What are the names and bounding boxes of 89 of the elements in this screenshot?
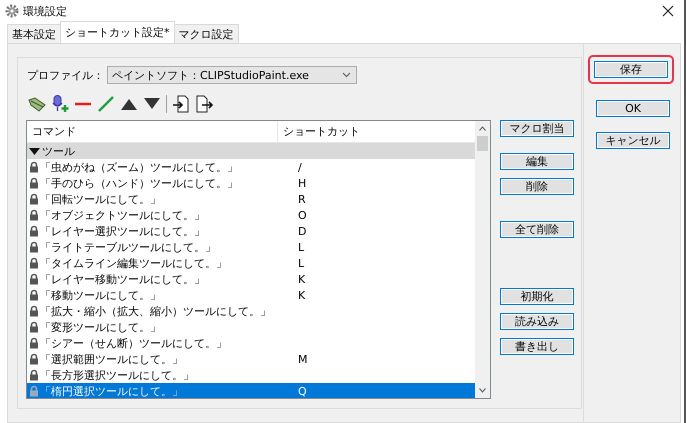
lock-icon (29, 257, 39, 269)
shortcut-key: K (273, 272, 306, 286)
lock-icon (29, 225, 39, 237)
shortcut-key: R (273, 192, 306, 206)
profile-label: プロファイル： (26, 68, 104, 82)
chevron-down-icon (342, 72, 351, 78)
import-icon[interactable] (172, 95, 190, 113)
command-name: 「変形ツールにして。」 (40, 320, 161, 334)
export-icon[interactable] (195, 95, 213, 113)
collapse-triangle-icon[interactable] (29, 146, 40, 156)
shortcut-key: / (273, 160, 302, 174)
shortcut-key: L (273, 240, 304, 254)
gear-icon (5, 4, 19, 18)
lock-icon (29, 353, 39, 365)
list-row[interactable]: 「移動ツールにして。」 K (27, 287, 475, 303)
window-title: 環境設定 (23, 4, 68, 18)
lock-icon (29, 273, 39, 285)
command-name: 「シアー（せん断）ツールにして。」 (40, 336, 227, 350)
command-name: 「手のひら（ハンド）ツールにして。」 (40, 176, 238, 190)
shortcut-key: D (273, 224, 306, 238)
list-row[interactable]: 「レイヤー選択ツールにして。」 D (27, 223, 475, 239)
command-name: 「選択範囲ツールにして。」 (40, 352, 183, 366)
shortcut-key: O (273, 208, 307, 222)
down-triangle-icon[interactable] (143, 97, 161, 111)
list-row[interactable]: 「手のひら（ハンド）ツールにして。」 H (27, 175, 475, 191)
list-row[interactable]: 「回転ツールにして。」 R (27, 191, 475, 207)
action-button[interactable]: 編集 (500, 153, 574, 170)
shortcut-key: K (273, 288, 306, 302)
list-row[interactable]: 「楕円選択ツールにして。」 Q (27, 383, 475, 398)
list-row[interactable]: 「選択範囲ツールにして。」 M (27, 351, 475, 367)
lock-icon (29, 369, 39, 381)
column-header[interactable]: ショートカット (278, 121, 360, 142)
command-name: 「楕円選択ツールにして。」 (40, 384, 183, 398)
list-row[interactable]: 「虫めがね（ズーム）ツールにして。」 / (27, 159, 475, 175)
command-name: 「拡大・縮小（拡大、縮小）ツールにして。」 (40, 304, 271, 318)
lock-icon (29, 305, 39, 317)
lock-icon (29, 337, 39, 349)
command-name: 「虫めがね（ズーム）ツールにして。」 (40, 160, 238, 174)
command-name: 「オブジェクトツールにして。」 (40, 208, 205, 222)
command-name: 「移動ツールにして。」 (40, 288, 161, 302)
scrollbar[interactable] (475, 121, 490, 398)
list-row[interactable]: 「レイヤー移動ツールにして。」 K (27, 271, 475, 287)
scroll-thumb[interactable] (477, 136, 488, 151)
group-label[interactable]: ツール (42, 144, 75, 158)
list-row[interactable]: 「変形ツールにして。」 (27, 319, 475, 335)
action-button[interactable]: 削除 (500, 178, 574, 195)
command-name: 「ライトテーブルツールにして。」 (40, 240, 216, 254)
tab[interactable]: 基本設定 (7, 24, 61, 43)
action-button[interactable]: マクロ割当 (500, 120, 574, 137)
lock-icon (29, 193, 39, 205)
command-name: 「タイムライン編集ツールにして。」 (40, 256, 227, 270)
list-row[interactable]: 「長方形選択ツールにして。」 (27, 367, 475, 383)
dialog-button[interactable]: 保存 (594, 61, 668, 78)
microphone-plus-icon[interactable] (51, 95, 69, 113)
lock-icon (29, 177, 39, 189)
list-row[interactable]: 「タイムライン編集ツールにして。」 L (27, 255, 475, 271)
command-name: 「長方形選択ツールにして。」 (40, 368, 194, 382)
list-row[interactable]: 「シアー（せん断）ツールにして。」 (27, 335, 475, 351)
action-button[interactable]: 初期化 (500, 288, 574, 305)
scroll-up-icon[interactable] (479, 126, 486, 131)
shortcut-key: L (273, 256, 304, 270)
action-button[interactable]: 読み込み (500, 313, 574, 330)
command-name: 「回転ツールにして。」 (40, 192, 161, 206)
lock-icon (29, 385, 39, 397)
scroll-down-icon[interactable] (479, 388, 486, 393)
profile-dropdown[interactable]: ペイントソフト：CLIPStudioPaint.exe (107, 66, 357, 84)
list-row[interactable]: 「オブジェクトツールにして。」 O (27, 207, 475, 223)
command-name: 「レイヤー選択ツールにして。」 (40, 224, 205, 238)
action-button[interactable]: 書き出し (500, 338, 574, 355)
command-name: 「レイヤー移動ツールにして。」 (40, 272, 205, 286)
pencil-line-icon[interactable] (97, 95, 115, 113)
lock-icon (29, 161, 39, 173)
list-row[interactable]: 「拡大・縮小（拡大、縮小）ツールにして。」 (27, 303, 475, 319)
tag-icon[interactable] (28, 96, 46, 112)
shortcut-key: Q (273, 384, 307, 398)
close-icon[interactable] (662, 5, 674, 17)
lock-icon (29, 289, 39, 301)
lock-icon (29, 241, 39, 253)
lock-icon (29, 321, 39, 333)
list-row[interactable]: 「ライトテーブルツールにして。」 L (27, 239, 475, 255)
dialog-button[interactable]: キャンセル (596, 132, 670, 149)
shortcut-key: H (273, 176, 306, 190)
up-triangle-icon[interactable] (120, 97, 138, 111)
lock-icon (29, 209, 39, 221)
shortcut-key: M (273, 352, 308, 366)
dialog-button[interactable]: OK (596, 100, 670, 117)
action-button[interactable]: 全て削除 (500, 221, 574, 238)
tab[interactable]: マクロ設定 (174, 24, 238, 43)
column-header[interactable]: コマンド (27, 121, 278, 142)
